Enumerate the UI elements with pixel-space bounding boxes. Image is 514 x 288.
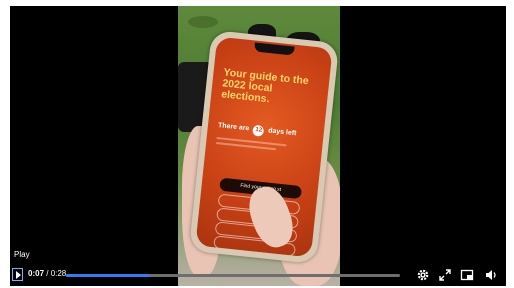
video-area[interactable]: Your guide to the 2022 local elections. … [10, 6, 506, 286]
picture-in-picture-icon[interactable] [460, 268, 474, 282]
volume-icon[interactable] [484, 268, 498, 282]
play-tooltip: Play [14, 250, 30, 259]
time-display: 0:07 / 0:28 [28, 269, 66, 278]
fullscreen-icon[interactable] [438, 268, 452, 282]
days-prefix: There are [217, 122, 250, 133]
election-guide-title: Your guide to the 2022 local elections. [220, 66, 310, 106]
time-separator: / [44, 269, 51, 278]
progress-bar[interactable] [66, 274, 400, 277]
days-count-badge: 12 [252, 124, 265, 137]
current-time: 0:07 [28, 269, 45, 278]
play-icon[interactable] [12, 268, 23, 281]
player-controls: 0:07 / 0:28 [10, 266, 506, 286]
settings-gear-icon[interactable] [416, 268, 430, 282]
phone-notch [253, 42, 295, 56]
progress-fill [66, 274, 150, 277]
duration: 0:28 [50, 269, 67, 278]
days-suffix: days left [267, 127, 297, 138]
video-player-frame: Your guide to the 2022 local elections. … [0, 0, 514, 288]
video-frame-image: Your guide to the 2022 local elections. … [178, 6, 340, 286]
